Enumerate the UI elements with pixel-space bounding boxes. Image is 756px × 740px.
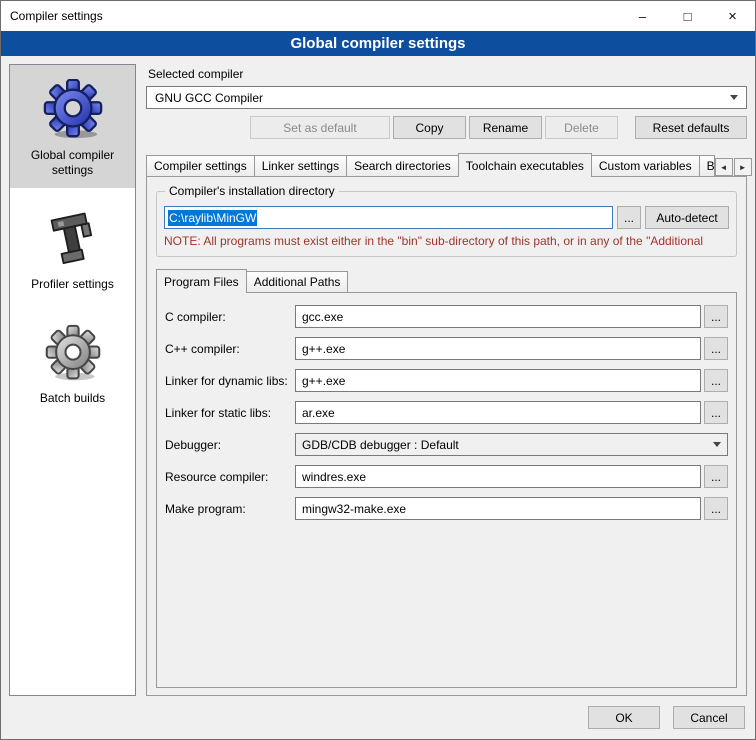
minimize-button[interactable]: –	[620, 1, 665, 31]
compiler-actions: Set as default Copy Rename Delete Reset …	[146, 116, 747, 139]
compiler-settings-dialog: Compiler settings – □ × Global compiler …	[0, 0, 756, 740]
copy-button[interactable]: Copy	[393, 116, 466, 139]
linker-static-input[interactable]: ar.exe	[295, 401, 701, 424]
installation-directory-legend: Compiler's installation directory	[165, 184, 339, 198]
make-program-browse-button[interactable]: ...	[704, 497, 728, 520]
window-controls: – □ ×	[620, 1, 755, 31]
tab-additional-paths[interactable]: Additional Paths	[246, 271, 349, 292]
delete-button[interactable]: Delete	[545, 116, 618, 139]
form-row-make-program: Make program: mingw32-make.exe ...	[165, 497, 728, 520]
c-compiler-browse-button[interactable]: ...	[704, 305, 728, 328]
tab-scroll-controls: ◄ ►	[714, 158, 752, 176]
toolchain-executables-panel: Compiler's installation directory C:\ray…	[146, 176, 747, 696]
maximize-button[interactable]: □	[665, 1, 710, 31]
cpp-compiler-browse-button[interactable]: ...	[704, 337, 728, 360]
form-row-debugger: Debugger: GDB/CDB debugger : Default	[165, 433, 728, 456]
tab-scroll-left-button[interactable]: ◄	[715, 158, 733, 176]
resource-compiler-browse-button[interactable]: ...	[704, 465, 728, 488]
program-files-tabbar: Program Files Additional Paths	[156, 269, 737, 292]
tab-scroll-left-icon: ◄	[720, 163, 728, 172]
selected-compiler-value: GNU GCC Compiler	[155, 91, 263, 105]
cancel-button[interactable]: Cancel	[673, 706, 745, 729]
linker-static-browse-button[interactable]: ...	[704, 401, 728, 424]
field-label: Linker for dynamic libs:	[165, 374, 295, 388]
form-row-linker-dynamic: Linker for dynamic libs: g++.exe ...	[165, 369, 728, 392]
field-label: Make program:	[165, 502, 295, 516]
program-files-panel: C compiler: gcc.exe ... C++ compiler: g+…	[156, 292, 737, 688]
settings-sidebar: Global compiler settings Profiler settin…	[9, 64, 136, 696]
tab-build-options[interactable]: Build options	[699, 155, 715, 176]
sidebar-item-label: Batch builds	[40, 391, 105, 406]
linker-dynamic-browse-button[interactable]: ...	[704, 369, 728, 392]
installation-directory-input[interactable]: C:\raylib\MinGW	[164, 206, 613, 229]
field-label: Resource compiler:	[165, 470, 295, 484]
tab-linker-settings[interactable]: Linker settings	[254, 155, 347, 176]
tab-program-files[interactable]: Program Files	[156, 269, 247, 293]
sidebar-item-label: Profiler settings	[31, 277, 114, 292]
close-button[interactable]: ×	[710, 1, 755, 31]
tab-scroll-right-button[interactable]: ►	[734, 158, 752, 176]
selected-compiler-combobox[interactable]: GNU GCC Compiler	[146, 86, 747, 109]
field-label: C++ compiler:	[165, 342, 295, 356]
installation-directory-row: C:\raylib\MinGW ... Auto-detect	[164, 206, 729, 229]
debugger-value: GDB/CDB debugger : Default	[302, 438, 459, 452]
debugger-select[interactable]: GDB/CDB debugger : Default	[295, 433, 728, 456]
form-row-c-compiler: C compiler: gcc.exe ...	[165, 305, 728, 328]
sidebar-item-global-compiler-settings[interactable]: Global compiler settings	[10, 65, 135, 188]
tab-custom-variables[interactable]: Custom variables	[591, 155, 700, 176]
field-label: C compiler:	[165, 310, 295, 324]
auto-detect-button[interactable]: Auto-detect	[645, 206, 729, 229]
window-title: Compiler settings	[10, 9, 103, 23]
tab-toolchain-executables[interactable]: Toolchain executables	[458, 153, 592, 177]
selected-compiler-label: Selected compiler	[148, 67, 747, 81]
form-row-cpp-compiler: C++ compiler: g++.exe ...	[165, 337, 728, 360]
c-compiler-input[interactable]: gcc.exe	[295, 305, 701, 328]
make-program-input[interactable]: mingw32-make.exe	[295, 497, 701, 520]
settings-tabbar: Compiler settings Linker settings Search…	[146, 153, 747, 176]
gray-gear-icon	[43, 324, 103, 384]
close-icon: ×	[728, 8, 737, 25]
form-row-linker-static: Linker for static libs: ar.exe ...	[165, 401, 728, 424]
sidebar-item-label: Global compiler settings	[13, 148, 132, 178]
field-label: Linker for static libs:	[165, 406, 295, 420]
main-panel: Selected compiler GNU GCC Compiler Set a…	[146, 64, 747, 696]
maximize-icon: □	[684, 9, 692, 24]
rename-button[interactable]: Rename	[469, 116, 542, 139]
installation-directory-value: C:\raylib\MinGW	[168, 210, 257, 226]
blue-gear-icon	[42, 79, 104, 141]
set-as-default-button[interactable]: Set as default	[250, 116, 390, 139]
dropdown-arrow-icon	[713, 442, 721, 447]
reset-defaults-button[interactable]: Reset defaults	[635, 116, 747, 139]
dialog-footer: OK Cancel	[1, 700, 755, 739]
sidebar-item-batch-builds[interactable]: Batch builds	[10, 310, 135, 416]
page-title: Global compiler settings	[1, 31, 755, 56]
dialog-body: Global compiler settings Profiler settin…	[1, 56, 755, 700]
cpp-compiler-input[interactable]: g++.exe	[295, 337, 701, 360]
installation-directory-browse-button[interactable]: ...	[617, 206, 641, 229]
ok-button[interactable]: OK	[588, 706, 660, 729]
minimize-icon: –	[639, 9, 646, 24]
tab-scroll-right-icon: ►	[739, 163, 747, 172]
note-text: NOTE: All programs must exist either in …	[164, 234, 729, 248]
linker-dynamic-input[interactable]: g++.exe	[295, 369, 701, 392]
installation-directory-groupbox: Compiler's installation directory C:\ray…	[156, 191, 737, 257]
profiler-tool-icon	[43, 210, 103, 270]
tab-compiler-settings[interactable]: Compiler settings	[146, 155, 255, 176]
titlebar[interactable]: Compiler settings – □ ×	[1, 1, 755, 31]
resource-compiler-input[interactable]: windres.exe	[295, 465, 701, 488]
tab-search-directories[interactable]: Search directories	[346, 155, 459, 176]
dropdown-arrow-icon	[730, 95, 738, 100]
form-row-resource-compiler: Resource compiler: windres.exe ...	[165, 465, 728, 488]
field-label: Debugger:	[165, 438, 295, 452]
sidebar-item-profiler-settings[interactable]: Profiler settings	[10, 196, 135, 302]
